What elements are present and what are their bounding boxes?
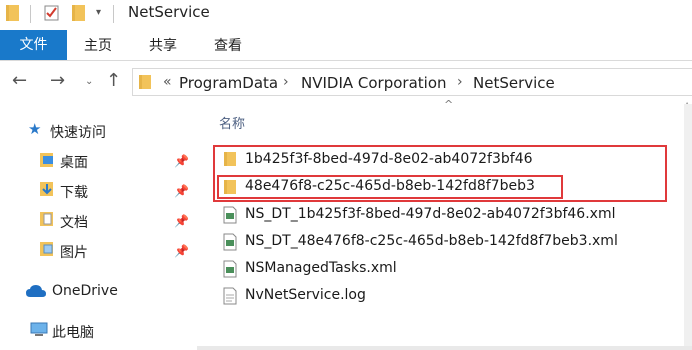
- back-arrow-icon[interactable]: ←: [12, 70, 27, 91]
- breadcrumb-overflow[interactable]: «: [163, 74, 172, 90]
- folder-icon: [224, 152, 236, 166]
- checkbox-icon[interactable]: [44, 4, 60, 22]
- file-name[interactable]: 1b425f3f-8bed-497d-8e02-ab4072f3bf46: [245, 151, 533, 167]
- file-name[interactable]: NSManagedTasks.xml: [245, 260, 397, 276]
- xml-file-icon: [223, 260, 237, 278]
- nav-item-documents[interactable]: 文档: [60, 212, 88, 232]
- pin-icon[interactable]: 📌: [174, 154, 189, 168]
- nav-this-pc[interactable]: 此电脑: [52, 322, 94, 342]
- desktop-folder-icon: [40, 153, 53, 167]
- sort-up-icon[interactable]: ^: [444, 98, 453, 111]
- breadcrumb-nvidia[interactable]: NVIDIA Corporation: [301, 74, 447, 92]
- nav-item-pictures[interactable]: 图片: [60, 242, 88, 262]
- tab-share[interactable]: 共享: [149, 30, 177, 62]
- address-bar[interactable]: « ProgramData › NVIDIA Corporation › Net…: [132, 68, 692, 96]
- folder-icon[interactable]: [72, 4, 86, 22]
- folder-icon: [139, 75, 151, 89]
- text-file-icon: [223, 287, 237, 305]
- toolbar-separator: [30, 5, 31, 23]
- pin-icon[interactable]: 📌: [174, 184, 189, 198]
- toolbar-separator: [113, 5, 114, 23]
- xml-file-icon: [223, 206, 237, 224]
- dropdown-arrow-icon[interactable]: ▾: [96, 7, 101, 18]
- folder-icon: [6, 5, 19, 21]
- star-icon: ★: [28, 120, 42, 138]
- breadcrumb-separator[interactable]: ›: [283, 74, 289, 90]
- pictures-folder-icon: [40, 242, 53, 256]
- nav-item-desktop[interactable]: 桌面: [60, 152, 88, 172]
- documents-folder-icon: [40, 212, 53, 226]
- column-header-name[interactable]: 名称: [219, 113, 245, 132]
- computer-icon: [30, 322, 48, 336]
- nav-onedrive[interactable]: OneDrive: [52, 283, 118, 299]
- scrollbar[interactable]: [684, 104, 692, 350]
- cloud-icon: [26, 285, 46, 297]
- file-name[interactable]: NS_DT_1b425f3f-8bed-497d-8e02-ab4072f3bf…: [245, 206, 615, 222]
- tab-view[interactable]: 查看: [214, 30, 242, 62]
- forward-arrow-icon[interactable]: →: [50, 70, 65, 91]
- window-title: NetService: [128, 3, 210, 21]
- folder-icon: [224, 180, 236, 194]
- file-name[interactable]: 48e476f8-c25c-465d-b8eb-142fd8f7beb3: [245, 178, 535, 194]
- pin-icon[interactable]: 📌: [174, 244, 189, 258]
- horizontal-scrollbar[interactable]: [197, 346, 692, 350]
- breadcrumb-separator[interactable]: ›: [457, 74, 463, 90]
- nav-quick-access[interactable]: 快速访问: [50, 122, 106, 142]
- breadcrumb-netservice[interactable]: NetService: [473, 74, 555, 92]
- tab-file[interactable]: 文件: [0, 30, 67, 60]
- download-folder-icon: [40, 182, 53, 196]
- history-chevron-icon[interactable]: ⌄: [85, 76, 93, 87]
- xml-file-icon: [223, 233, 237, 251]
- file-name[interactable]: NvNetService.log: [245, 287, 366, 303]
- up-arrow-icon[interactable]: ↑: [106, 70, 121, 91]
- pin-icon[interactable]: 📌: [174, 214, 189, 228]
- tab-home[interactable]: 主页: [84, 30, 112, 62]
- nav-item-downloads[interactable]: 下载: [60, 182, 88, 202]
- file-name[interactable]: NS_DT_48e476f8-c25c-465d-b8eb-142fd8f7be…: [245, 233, 618, 249]
- breadcrumb-programdata[interactable]: ProgramData: [179, 74, 278, 92]
- title-bar: ▾ NetService: [0, 0, 692, 28]
